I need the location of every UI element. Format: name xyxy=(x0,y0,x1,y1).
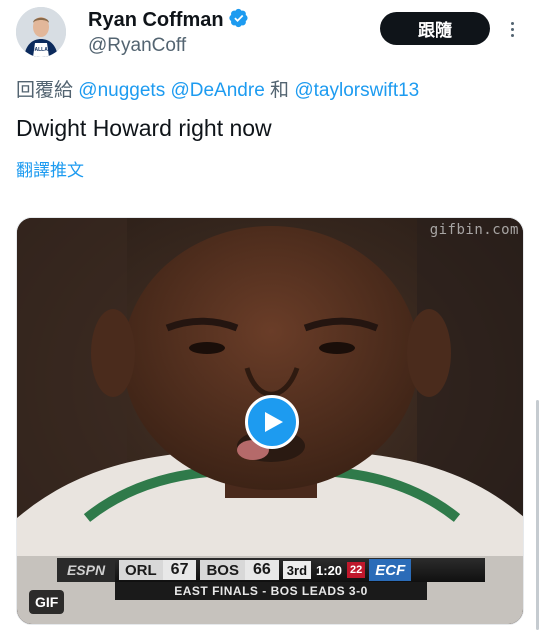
mention-link[interactable]: @DeAndre xyxy=(170,80,264,101)
network-logo: ESPN xyxy=(57,558,115,582)
scorebug-caption: EAST FINALS - BOS LEADS 3-0 xyxy=(115,582,427,600)
gif-badge: GIF xyxy=(29,590,65,614)
home-score: 66 xyxy=(244,560,279,580)
tweet-text: Dwight Howard right now xyxy=(16,115,272,141)
follow-button[interactable]: 跟隨 xyxy=(380,12,490,45)
tweet-header: DALLAS Ryan Coffman @RyanCoff 跟隨 xyxy=(0,0,540,70)
avatar[interactable]: DALLAS xyxy=(16,7,66,57)
game-clock: 1:20 xyxy=(316,562,343,578)
away-score: 67 xyxy=(162,560,197,580)
gif-watermark: gifbin.com xyxy=(429,222,519,238)
scorebug: ESPN ORL 67 BOS 66 3rd 1:20 22 ECF EAST … xyxy=(57,558,485,602)
series-logo: ECF xyxy=(369,559,412,581)
mention-link[interactable]: @nuggets xyxy=(78,80,165,101)
mention-link[interactable]: @taylorswift13 xyxy=(294,80,419,101)
play-icon[interactable] xyxy=(245,395,299,449)
reply-prefix: 回覆給 xyxy=(16,79,74,101)
author-display-name[interactable]: Ryan Coffman xyxy=(88,9,224,32)
scrollbar[interactable] xyxy=(536,400,539,630)
shot-clock: 22 xyxy=(347,562,366,578)
reply-context: 回覆給 @nuggets @DeAndre 和 @taylorswift13 xyxy=(16,75,419,102)
reply-conjunction: 和 xyxy=(270,79,290,101)
verified-badge-icon xyxy=(228,8,249,33)
scorebug-top: ESPN ORL 67 BOS 66 3rd 1:20 22 ECF xyxy=(57,558,485,582)
away-team: ORL xyxy=(119,560,163,580)
author-handle[interactable]: @RyanCoff xyxy=(88,35,186,57)
svg-text:DALLAS: DALLAS xyxy=(31,47,52,53)
game-period: 3rd xyxy=(282,561,312,579)
translate-link[interactable]: 翻譯推文 xyxy=(16,156,84,181)
name-row: Ryan Coffman xyxy=(88,8,249,33)
home-team: BOS xyxy=(200,560,245,580)
more-dots-icon[interactable] xyxy=(503,17,521,41)
media-gif[interactable]: gifbin.com ESPN ORL 67 BOS 66 3rd 1:20 2… xyxy=(16,217,524,625)
